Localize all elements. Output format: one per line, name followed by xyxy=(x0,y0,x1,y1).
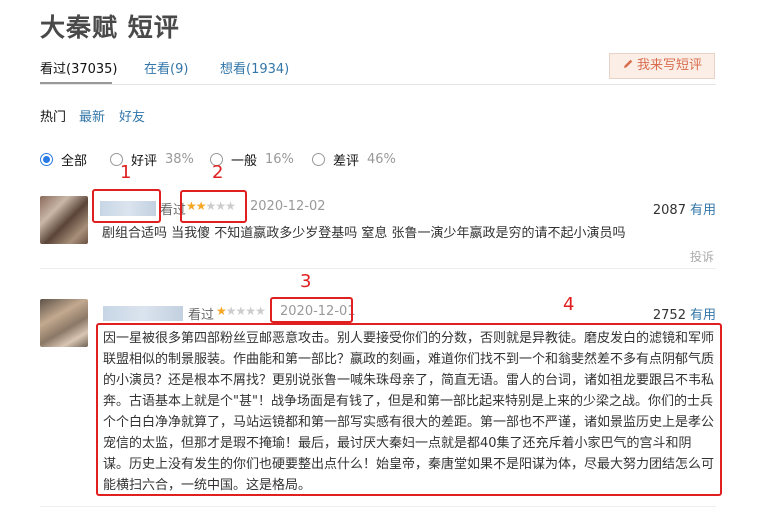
vote-count: 2752 有用 xyxy=(640,304,716,323)
vote-count: 2087 有用 xyxy=(640,199,716,218)
star-icon: ★ xyxy=(245,304,256,318)
comment-date: 2020-12-02 xyxy=(250,199,326,214)
filter-negative-label: 差评 xyxy=(333,154,360,169)
sort-latest[interactable]: 最新 xyxy=(79,106,105,125)
rating-stars: ★★★★★ xyxy=(216,304,266,318)
star-icon: ★ xyxy=(205,199,217,213)
filter-negative-pct: 46% xyxy=(367,152,396,167)
page-title: 大秦赋 短评 xyxy=(40,13,180,42)
write-review-button[interactable]: 我来写短评 xyxy=(609,53,715,79)
star-icon: ★ xyxy=(215,199,226,213)
watch-status: 看过 xyxy=(188,308,215,323)
annotation-number: 2 xyxy=(212,162,224,183)
star-icon: ★ xyxy=(255,304,266,318)
annotation-number: 3 xyxy=(300,271,312,292)
active-tab-indicator xyxy=(40,82,112,84)
username-blurred[interactable] xyxy=(100,201,156,216)
annotation-number: 4 xyxy=(563,294,575,315)
filter-neutral-pct: 16% xyxy=(265,152,294,167)
filter-negative[interactable]: 差评 46% xyxy=(312,150,396,169)
filter-all[interactable]: 全部 xyxy=(40,150,87,169)
star-icon: ★ xyxy=(216,304,227,318)
sort-friends[interactable]: 好友 xyxy=(119,106,145,125)
filter-all-label: 全部 xyxy=(61,154,88,169)
divider xyxy=(40,268,716,269)
vote-number: 2752 xyxy=(652,308,686,323)
radio-negative[interactable] xyxy=(312,153,325,166)
filter-neutral-label: 一般 xyxy=(231,154,258,169)
sort-hot[interactable]: 热门 xyxy=(40,106,66,125)
username-blurred[interactable] xyxy=(103,306,183,321)
useful-button[interactable]: 有用 xyxy=(690,203,716,218)
pencil-icon xyxy=(623,59,633,68)
annotation-number: 1 xyxy=(120,162,132,183)
comment-date: 2020-12-01 xyxy=(280,304,356,319)
tab-watching[interactable]: 在看(9) xyxy=(144,58,188,77)
watch-status: 看过 xyxy=(160,203,187,218)
rating-stars: ★★★★★ xyxy=(186,199,236,213)
write-review-label: 我来写短评 xyxy=(636,58,702,73)
divider xyxy=(40,506,716,507)
avatar[interactable] xyxy=(40,299,88,347)
vote-number: 2087 xyxy=(652,203,686,218)
report-link[interactable]: 投诉 xyxy=(690,248,714,265)
comment-text: 剧组合适吗 当我傻 不知道嬴政多少岁登基吗 窒息 张鲁一演少年嬴政是穷的请不起小… xyxy=(102,226,626,241)
star-icon: ★ xyxy=(195,199,207,213)
star-icon: ★ xyxy=(225,304,237,318)
filter-positive-pct: 38% xyxy=(165,152,194,167)
avatar[interactable] xyxy=(40,196,88,244)
comment-text: 因一星被很多第四部粉丝豆邮恶意攻击。别人要接受你们的分数，否则就是异教徒。磨皮发… xyxy=(103,331,715,493)
tab-watched[interactable]: 看过(37035) xyxy=(40,58,118,77)
tab-wishlist[interactable]: 想看(1934) xyxy=(220,58,289,77)
star-icon: ★ xyxy=(225,199,236,213)
radio-all[interactable] xyxy=(40,153,53,166)
star-icon: ★ xyxy=(235,304,247,318)
useful-button[interactable]: 有用 xyxy=(690,308,716,323)
filter-positive-label: 好评 xyxy=(131,154,158,169)
star-icon: ★ xyxy=(186,199,197,213)
